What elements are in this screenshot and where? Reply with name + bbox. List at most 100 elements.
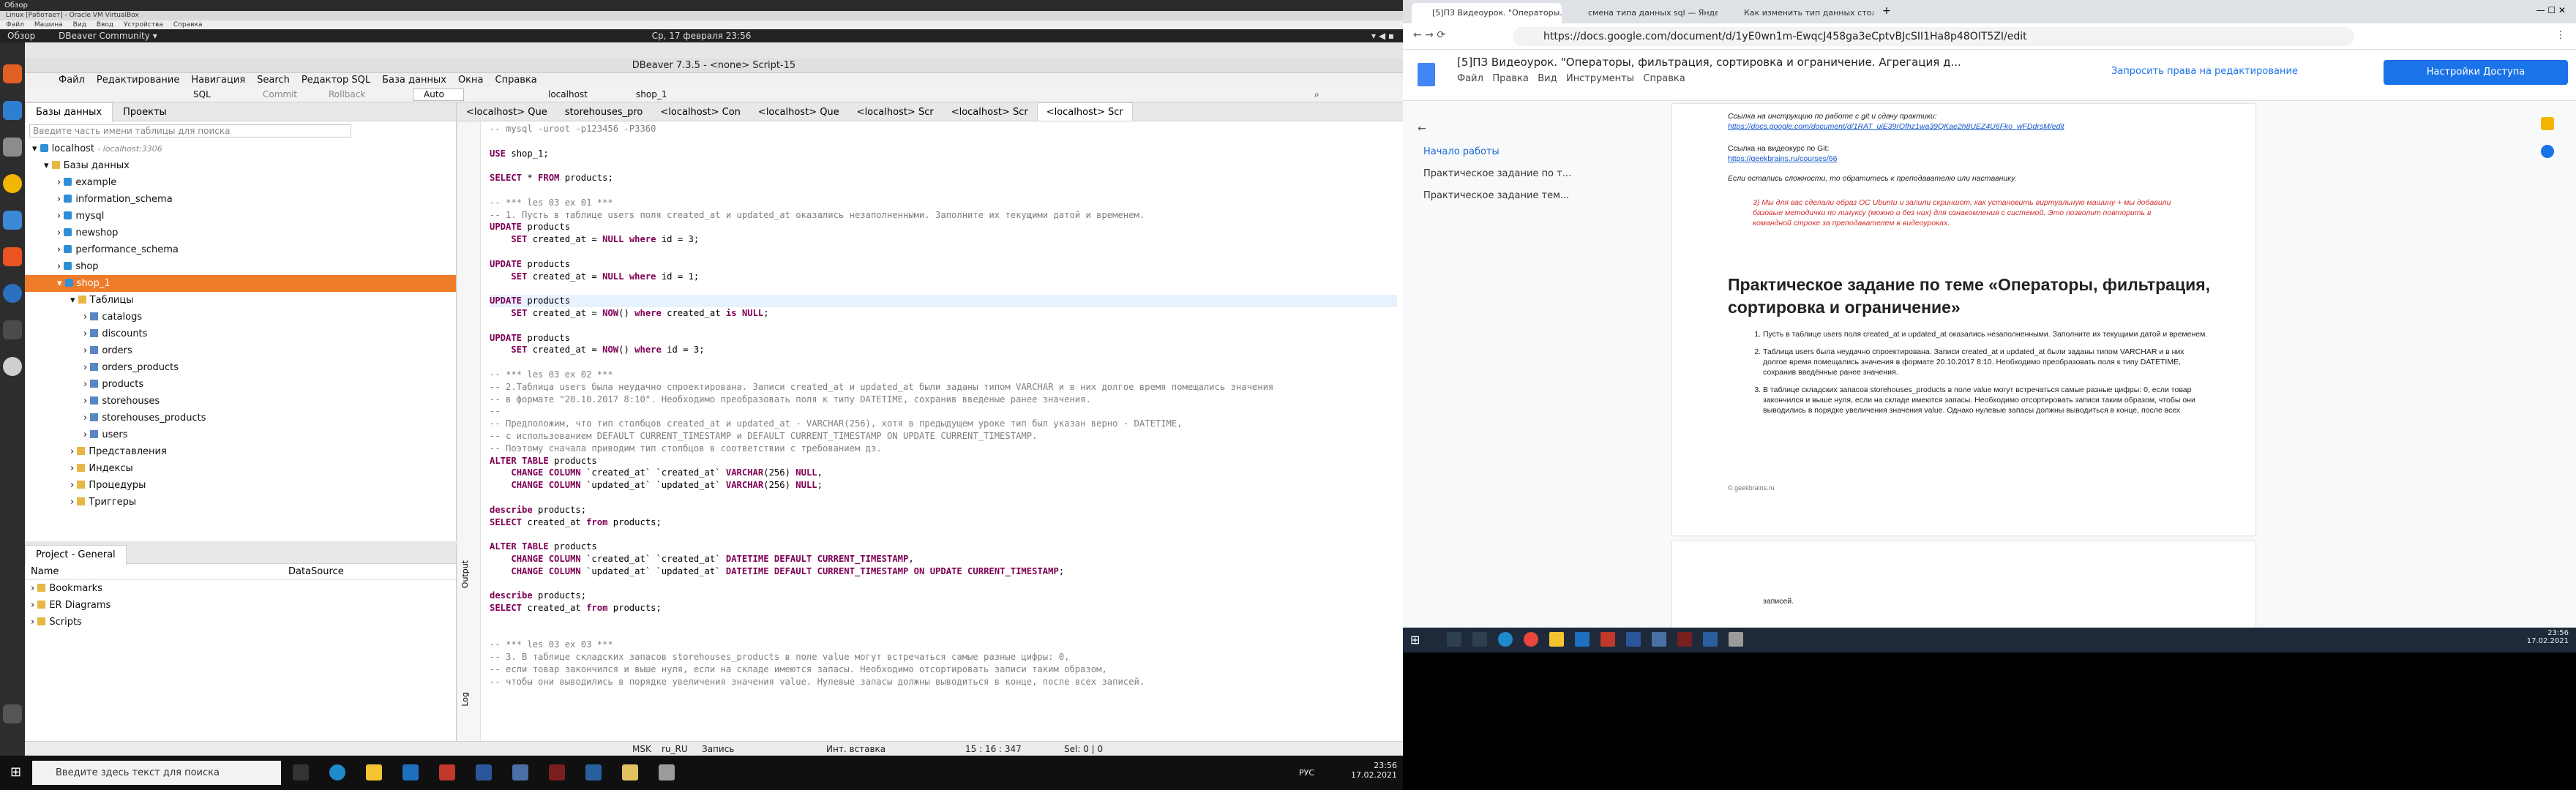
tree-tables-folder[interactable]: ▾ Таблицы <box>25 292 456 309</box>
tree-db[interactable]: › performance_schema <box>25 241 456 258</box>
sql-code[interactable]: -- mysql -uroot -p123456 -P3360 USE shop… <box>490 123 1397 688</box>
writer-icon[interactable] <box>3 211 22 230</box>
system-tray[interactable]: ▾ ◀ ▪ <box>1371 29 1394 42</box>
virtualbox-icon[interactable] <box>1652 632 1666 647</box>
rollback-button[interactable]: Rollback <box>329 87 365 102</box>
app-icon[interactable] <box>439 764 455 780</box>
nav-arrows-icon[interactable]: ← → ⟳ <box>1413 29 1445 41</box>
tree-db-selected[interactable]: ▾ shop_1 <box>25 275 456 292</box>
tree-folder[interactable]: › Триггеры <box>25 494 456 511</box>
doc-menu-file[interactable]: Файл <box>1457 73 1483 84</box>
menu-icon[interactable]: ⋮ <box>2556 29 2566 41</box>
tab-databases[interactable]: Базы данных <box>25 102 113 122</box>
word-icon[interactable] <box>476 764 492 780</box>
menu-sql-editor[interactable]: Редактор SQL <box>302 75 370 86</box>
files-icon[interactable] <box>3 138 22 157</box>
software-icon[interactable] <box>3 247 22 266</box>
connection-select[interactable]: localhost <box>548 87 588 102</box>
commit-button[interactable]: Commit <box>263 87 297 102</box>
thunderbird-icon[interactable] <box>3 101 22 120</box>
vbox-menu-input[interactable]: Ввод <box>97 21 113 29</box>
task-view-icon[interactable] <box>1472 632 1487 647</box>
vbox-menu-file[interactable]: Файл <box>6 21 24 29</box>
tree-table[interactable]: › catalogs <box>25 309 456 326</box>
sql-button[interactable]: SQL <box>193 87 211 102</box>
search-icon[interactable] <box>1447 632 1461 647</box>
tree-folder[interactable]: › Процедуры <box>25 477 456 494</box>
editor-tab[interactable]: <localhost> Scr <box>848 103 943 121</box>
word-icon[interactable] <box>1626 632 1641 647</box>
docs-logo-icon[interactable] <box>1418 63 1435 86</box>
menu-navigate[interactable]: Навигация <box>191 75 245 86</box>
task-view-icon[interactable] <box>293 764 309 780</box>
windows-start-icon[interactable]: ⊞ <box>10 764 21 780</box>
editor-tab[interactable]: <localhost> Que <box>457 103 556 121</box>
doc-menu-tools[interactable]: Инструменты <box>1566 73 1634 84</box>
outlook-icon[interactable] <box>402 764 419 780</box>
vbox-menu-machine[interactable]: Машина <box>34 21 63 29</box>
tree-table[interactable]: › storehouses_products <box>25 410 456 426</box>
outlook-icon[interactable] <box>1575 632 1590 647</box>
tree-db[interactable]: › shop <box>25 258 456 275</box>
tasks-icon[interactable] <box>2541 145 2554 158</box>
doc-menu-help[interactable]: Справка <box>1643 73 1685 84</box>
vbox-menu-view[interactable]: Вид <box>73 21 86 29</box>
doc-title[interactable]: [5]ПЗ Видеоурок. "Операторы, фильтрация,… <box>1457 56 1961 69</box>
outline-item[interactable]: Практическое задание тем... <box>1423 190 1569 201</box>
outline-back-icon[interactable]: ← <box>1418 123 1426 135</box>
explorer-icon[interactable] <box>366 764 382 780</box>
windows-start-icon[interactable]: ⊞ <box>1410 633 1420 647</box>
edge-icon[interactable] <box>329 764 345 780</box>
tree-db[interactable]: › example <box>25 174 456 191</box>
doc-menu-edit[interactable]: Правка <box>1492 73 1528 84</box>
help-icon[interactable] <box>3 284 22 303</box>
p1-link[interactable]: https://docs.google.com/document/d/1RAT_… <box>1728 121 2204 132</box>
search-icon[interactable]: ⌕ <box>1314 87 1319 102</box>
tree-table[interactable]: › discounts <box>25 326 456 342</box>
tree-table[interactable]: › users <box>25 426 456 443</box>
firefox-icon[interactable] <box>3 64 22 83</box>
app-icon[interactable] <box>1600 632 1615 647</box>
doc-menu-view[interactable]: Вид <box>1538 73 1557 84</box>
keep-icon[interactable] <box>2541 117 2554 130</box>
app-icon[interactable] <box>622 764 638 780</box>
tree-folder[interactable]: › Индексы <box>25 460 456 477</box>
tree-table[interactable]: › storehouses <box>25 393 456 410</box>
outline-item[interactable]: Начало работы <box>1423 146 1499 157</box>
tree-table[interactable]: › orders_products <box>25 359 456 376</box>
menu-help[interactable]: Справка <box>495 75 537 86</box>
app-icon[interactable] <box>585 764 602 780</box>
tree-table[interactable]: › products <box>25 376 456 393</box>
editor-tab[interactable]: <localhost> Scr <box>943 103 1037 121</box>
table-filter-input[interactable]: Введите часть имени таблицы для поиска <box>29 124 351 138</box>
virtualbox-icon[interactable] <box>512 764 528 780</box>
project-item[interactable]: › Scripts <box>25 614 456 631</box>
menu-edit[interactable]: Редактирование <box>97 75 179 86</box>
chrome-tab-active[interactable]: [5]ПЗ Видеоурок. "Операторы... <box>1412 3 1562 23</box>
tree-folder[interactable]: › Представления <box>25 443 456 460</box>
rhythmbox-icon[interactable] <box>3 174 22 193</box>
request-edit-link[interactable]: Запросить права на редактирование <box>2111 66 2298 77</box>
app-icon[interactable] <box>659 764 675 780</box>
tree-connection[interactable]: ▾ localhost - localhost:3306 <box>25 140 456 157</box>
vbox-menu-help[interactable]: Справка <box>173 21 203 29</box>
menu-file[interactable]: Файл <box>59 75 85 86</box>
chrome-tab[interactable]: Как изменить тип данных стол... <box>1723 3 1873 23</box>
tree-db[interactable]: › newshop <box>25 225 456 241</box>
database-select[interactable]: shop_1 <box>636 87 667 102</box>
auto-commit-select[interactable]: Auto <box>413 89 464 101</box>
menu-window[interactable]: Окна <box>458 75 484 86</box>
tray-language[interactable]: РУС <box>1299 768 1314 778</box>
tree-db[interactable]: › information_schema <box>25 191 456 208</box>
tree-table[interactable]: › orders <box>25 342 456 359</box>
app-icon[interactable] <box>549 764 565 780</box>
disc-icon[interactable] <box>3 357 22 376</box>
chrome-icon[interactable] <box>1524 632 1538 647</box>
menu-search[interactable]: Search <box>257 75 290 86</box>
show-apps-icon[interactable] <box>3 704 22 723</box>
taskbar-search[interactable]: Введите здесь текст для поиска <box>32 761 281 785</box>
tab-project-general[interactable]: Project - General <box>25 545 127 565</box>
activities-button[interactable]: Обзор <box>4 1 28 10</box>
tree-databases-folder[interactable]: ▾ Базы данных <box>25 157 456 174</box>
edge-icon[interactable] <box>1498 632 1513 647</box>
